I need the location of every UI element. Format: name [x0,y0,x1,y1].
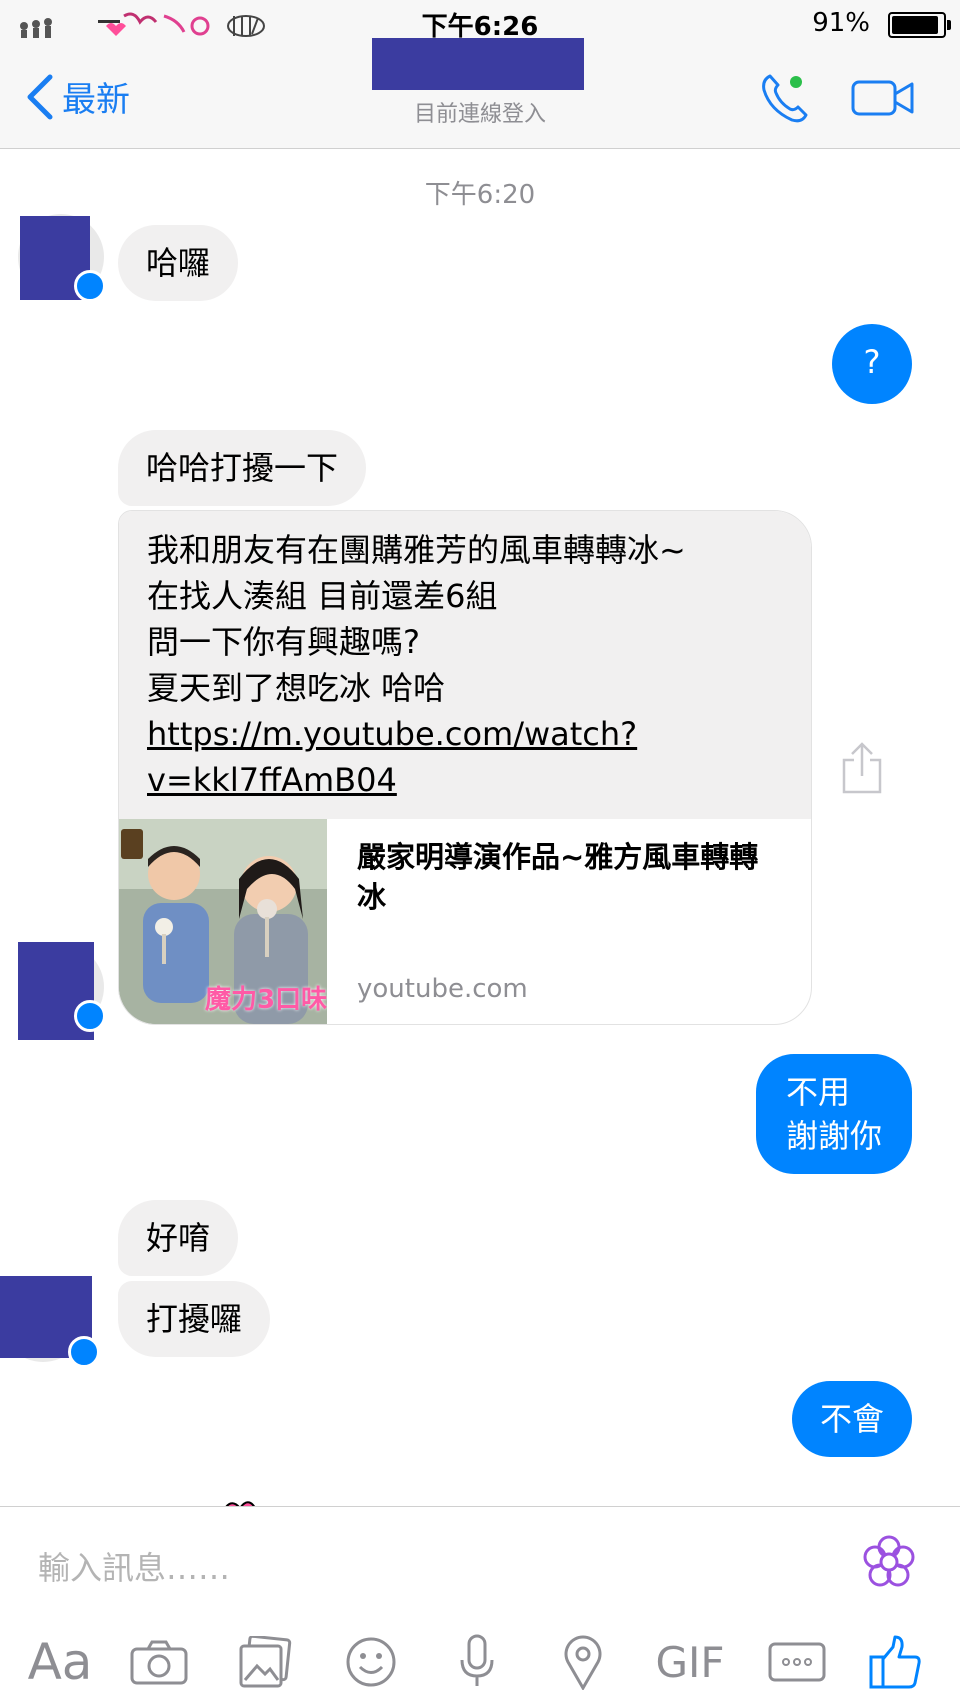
message-link[interactable]: v=kkl7ffAmB04 [147,757,783,803]
message-bubble-outgoing[interactable]: ? [832,324,912,404]
messenger-badge-icon [68,1336,100,1368]
microphone-icon [460,1634,494,1686]
share-button[interactable] [840,740,884,796]
message-bubble-outgoing[interactable]: 不用 謝謝你 [755,1054,912,1174]
message-line: 我和朋友有在團購雅芳的風車轉轉冰~ [147,531,686,569]
phone-icon [762,74,808,123]
composer-toolbar: Aa GIF [0,1627,960,1697]
message-bubble-incoming[interactable]: 哈囉 [118,225,239,301]
location-button[interactable] [548,1627,618,1697]
back-button[interactable]: 最新 [24,72,130,121]
photo-icon [239,1636,292,1688]
camera-button[interactable] [124,1627,194,1697]
video-call-button[interactable] [850,72,916,124]
gif-label: GIF [655,1637,725,1687]
more-options-button[interactable] [762,1627,832,1697]
video-thumbnail[interactable]: 魔力3口味 [119,819,327,1024]
message-link[interactable]: https://m.youtube.com/watch? [147,711,783,757]
voice-button[interactable] [442,1627,512,1697]
avatar[interactable] [18,214,106,302]
messenger-badge-icon [74,1000,106,1032]
phone-call-button[interactable] [756,68,816,128]
link-preview-card[interactable]: 魔力3口味 嚴家明導演作品~雅方風車轉轉冰 youtube.com [119,819,811,1024]
message-line: 夏天到了想吃冰 哈哈 [147,669,446,707]
video-camera-icon [851,80,914,116]
message-bubble-incoming[interactable]: 哈哈打擾一下 [118,430,367,506]
like-button[interactable] [860,1627,930,1697]
gif-button[interactable]: GIF [650,1627,730,1697]
flower-icon[interactable] [860,1533,918,1591]
messenger-badge-icon [74,270,106,302]
message-timestamp: 下午6:20 [424,180,536,210]
message-input[interactable]: 輸入訊息…… [38,1543,818,1589]
message-line: 謝謝你 [785,1117,882,1155]
battery-icon [888,12,951,38]
text-format-label: Aa [27,1633,93,1691]
contact-name-redacted[interactable] [372,38,584,90]
thumbs-up-icon [869,1635,921,1689]
carrier-logo [14,8,270,40]
online-status: 目前連線登入 [413,102,546,127]
back-label: 最新 [62,80,130,120]
message-line: 不用 [785,1073,850,1111]
photo-gallery-button[interactable] [230,1627,300,1697]
link-domain: youtube.com [357,974,528,1004]
chevron-left-icon [27,74,53,119]
battery-percent: 91% [812,8,870,38]
message-bubble-incoming-with-link[interactable]: 我和朋友有在團購雅芳的風車轉轉冰~ 在找人湊組 目前還差6組 問一下你有興趣嗎?… [118,510,812,1025]
message-line: 問一下你有興趣嗎? [147,623,420,661]
location-pin-icon [564,1635,602,1690]
message-bubble-outgoing[interactable]: 不會 [791,1381,912,1457]
emoji-button[interactable] [336,1627,406,1697]
avatar[interactable] [0,1276,100,1368]
nav-bar: 最新 目前連線登入 [0,38,960,149]
share-icon [842,742,882,794]
text-format-button[interactable]: Aa [20,1627,100,1697]
camera-icon [130,1640,188,1685]
link-title: 嚴家明導演作品~雅方風車轉轉冰 [357,840,759,914]
smiley-icon [346,1637,396,1687]
thumbnail-caption: 魔力3口味 [205,985,327,1015]
message-line: 在找人湊組 目前還差6組 [147,577,498,615]
composer: 輸入訊息…… Aa GIF [0,1506,960,1708]
avatar[interactable] [18,942,106,1040]
message-bubble-incoming[interactable]: 好唷 [118,1200,239,1276]
more-icon [768,1642,826,1682]
message-bubble-incoming[interactable]: 打擾囉 [118,1281,271,1357]
